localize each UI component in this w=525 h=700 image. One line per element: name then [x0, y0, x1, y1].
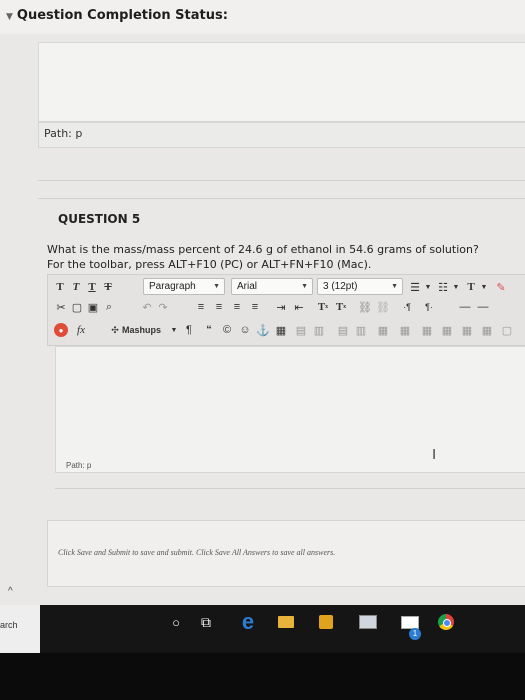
table-insert-column-icon[interactable]: ▥ — [312, 322, 326, 338]
superscript-icon[interactable]: Tx — [316, 299, 330, 315]
cortana-icon[interactable]: ○ — [166, 612, 186, 632]
font-size-value: 3 (12pt) — [323, 281, 358, 292]
paragraph-format-value: Paragraph — [149, 281, 196, 292]
section-divider — [38, 180, 525, 181]
editor-toolbar: T T T T Paragraph ▼ Arial ▼ 3 (12pt) ▼ ☰ ▼ … — [47, 274, 525, 346]
file-explorer-icon[interactable] — [276, 612, 296, 632]
cut-icon[interactable]: ✂ — [54, 299, 68, 315]
editor-path-label: Path: p — [66, 461, 92, 470]
dropdown-arrow-icon: ▼ — [391, 283, 398, 290]
redo-icon[interactable]: ↷ — [156, 299, 170, 315]
chevron-down-icon[interactable]: ▼ — [452, 279, 460, 295]
chevron-down-icon[interactable]: ▼ — [424, 279, 432, 295]
record-icon[interactable]: ● — [54, 323, 68, 337]
highlight-icon[interactable]: ✎ — [494, 279, 508, 295]
previous-path-bar — [38, 122, 525, 148]
section-divider — [55, 488, 525, 489]
italic-text-icon[interactable]: T — [70, 279, 82, 295]
undo-icon[interactable]: ↶ — [140, 299, 154, 315]
link-icon[interactable]: ⛓ — [358, 299, 372, 315]
previous-path-label: Path: p — [44, 127, 83, 140]
paragraph-format-select[interactable]: Paragraph ▼ — [143, 278, 225, 295]
table-row-props-icon[interactable]: ▦ — [440, 322, 454, 338]
search-icon[interactable]: ⌕ — [102, 299, 116, 315]
store-icon[interactable] — [316, 612, 336, 632]
mashups-icon[interactable]: ✣ — [108, 322, 122, 338]
anchor-icon[interactable]: ⚓ — [256, 322, 270, 338]
edge-browser-icon[interactable]: e — [238, 609, 258, 634]
photos-icon[interactable] — [358, 612, 378, 632]
section-divider — [38, 198, 525, 199]
unlink-icon[interactable]: ⛓ — [376, 299, 390, 315]
dropdown-arrow-icon: ▼ — [301, 283, 308, 290]
chevron-down-icon[interactable]: ▼ — [480, 279, 488, 295]
table-props-icon[interactable]: ▦ — [460, 322, 474, 338]
align-left-icon[interactable]: ≡ — [194, 299, 208, 315]
ltr-paragraph-icon[interactable]: ·¶ — [398, 299, 416, 315]
indent-icon[interactable]: ⇥ — [274, 299, 288, 315]
superscript-label: T — [317, 301, 326, 313]
align-center-icon[interactable]: ≡ — [212, 299, 226, 315]
table-delete-row-icon[interactable]: ▤ — [336, 322, 350, 338]
font-size-select[interactable]: 3 (12pt) ▼ — [317, 278, 403, 295]
formula-icon[interactable]: fx — [74, 322, 88, 338]
rtl-paragraph-icon[interactable]: ¶· — [420, 299, 438, 315]
toolbar-hint: For the toolbar, press ALT+F10 (PC) or A… — [47, 258, 372, 271]
chevron-up-icon[interactable]: ^ — [8, 586, 13, 597]
bold-text-icon[interactable]: T — [54, 279, 66, 295]
table-insert-row-icon[interactable]: ▤ — [294, 322, 308, 338]
text-color-icon[interactable]: T — [464, 279, 478, 295]
strikethrough-text-icon[interactable]: T — [102, 279, 114, 295]
font-family-value: Arial — [237, 281, 258, 292]
question-text: What is the mass/mass percent of 24.6 g … — [47, 243, 479, 256]
chevron-down-icon[interactable]: ▼ — [6, 12, 13, 22]
paragraph-mark-icon[interactable]: ¶ — [182, 322, 196, 338]
subscript-icon[interactable]: Tx — [334, 299, 348, 315]
previous-answer-editor[interactable] — [38, 42, 525, 122]
blockquote-icon[interactable]: “ — [202, 322, 216, 338]
mashups-menu[interactable]: Mashups — [122, 322, 168, 338]
underline-text-icon[interactable]: T — [86, 279, 98, 295]
bullet-list-icon[interactable]: ☰ — [408, 279, 422, 295]
horizontal-rule-icon[interactable]: — — [476, 299, 490, 315]
taskbar-search-text: arch — [0, 620, 18, 630]
bottom-bezel — [0, 653, 525, 700]
table-merge-icon[interactable]: ▦ — [376, 322, 390, 338]
outdent-icon[interactable]: ⇤ — [292, 299, 306, 315]
align-justify-icon[interactable]: ≡ — [248, 299, 262, 315]
task-view-icon[interactable]: ⧉ — [196, 612, 216, 632]
paste-icon[interactable]: ▣ — [86, 299, 100, 315]
question-title: QUESTION 5 — [58, 212, 141, 226]
table-cell-props-icon[interactable]: ▦ — [420, 322, 434, 338]
copyright-icon[interactable]: © — [220, 322, 234, 338]
fullscreen-icon[interactable]: ▢ — [500, 322, 514, 338]
table-delete-icon[interactable]: ▦ — [480, 322, 494, 338]
completion-status[interactable]: ▼ Question Completion Status: — [6, 8, 228, 23]
horizontal-line-icon[interactable]: — — [458, 299, 472, 315]
submit-instructions: Click Save and Submit to save and submit… — [58, 548, 336, 557]
chrome-icon[interactable] — [436, 612, 456, 632]
table-icon[interactable]: ▦ — [274, 322, 288, 338]
numbered-list-icon[interactable]: ☷ — [436, 279, 450, 295]
answer-editor[interactable] — [55, 346, 525, 473]
align-right-icon[interactable]: ≡ — [230, 299, 244, 315]
notification-badge: 1 — [409, 628, 421, 640]
copy-icon[interactable]: ▢ — [70, 299, 84, 315]
table-delete-column-icon[interactable]: ▥ — [354, 322, 368, 338]
emoji-icon[interactable]: ☺ — [238, 322, 252, 338]
text-cursor-icon: I — [432, 446, 437, 463]
dropdown-arrow-icon: ▼ — [213, 283, 220, 290]
status-title-text: Question Completion Status: — [16, 8, 228, 23]
font-family-select[interactable]: Arial ▼ — [231, 278, 313, 295]
subscript-label: T — [335, 301, 344, 313]
chevron-down-icon[interactable]: ▼ — [170, 322, 178, 338]
table-split-icon[interactable]: ▦ — [398, 322, 412, 338]
